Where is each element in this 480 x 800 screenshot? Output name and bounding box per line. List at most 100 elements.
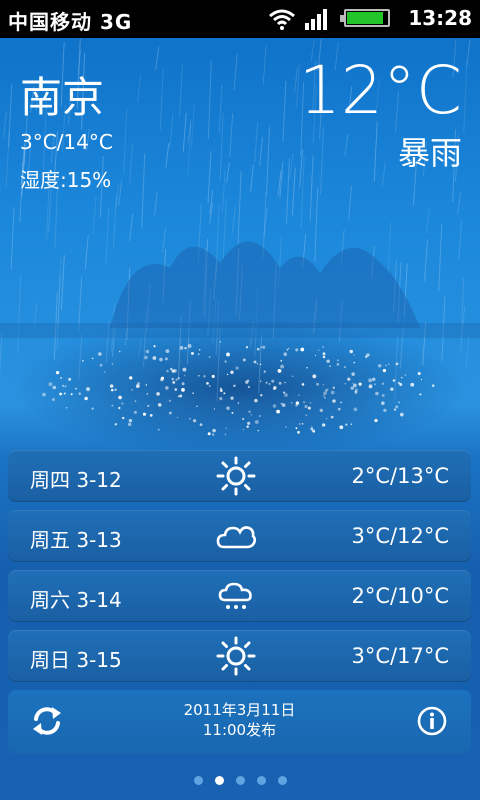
- rain-splash: [325, 389, 328, 392]
- rain-splash: [207, 432, 211, 436]
- page-dot[interactable]: [277, 776, 287, 785]
- rain-streak: [207, 151, 212, 204]
- forecast-row[interactable]: 周四 3-12 2°C/13°C: [8, 450, 471, 502]
- rain-splash: [165, 349, 170, 353]
- rain-splash: [368, 378, 373, 383]
- rain-splash: [283, 352, 288, 357]
- rain-splash: [295, 427, 298, 430]
- rain-splash: [306, 367, 308, 369]
- rain-streak: [190, 104, 195, 149]
- rain-splash: [118, 395, 122, 400]
- forecast-row[interactable]: 周六 3-14 2°C/10°C: [8, 570, 471, 622]
- rain-splash: [326, 359, 330, 363]
- rain-streak: [159, 69, 164, 131]
- rain-streak: [178, 65, 183, 117]
- rain-splash: [400, 376, 403, 379]
- rain-splash: [257, 429, 260, 432]
- rain-splash: [184, 346, 187, 350]
- sun-icon: [216, 456, 256, 496]
- rain-splash: [146, 392, 149, 395]
- rain-splash: [278, 381, 282, 385]
- status-bar: 中国移动 3G 13:28: [0, 0, 480, 38]
- rain-streak: [344, 133, 349, 156]
- rain-splash: [160, 376, 165, 380]
- rain-splash: [224, 433, 227, 436]
- rain-splash: [211, 433, 215, 436]
- rain-streak: [123, 108, 128, 174]
- page-dot[interactable]: [193, 776, 203, 785]
- rain-streak: [277, 170, 282, 196]
- rain-splash: [219, 389, 223, 392]
- rain-splash: [297, 394, 300, 397]
- current-temperature: 12°C: [298, 52, 462, 129]
- carrier-label: 中国移动 3G: [8, 6, 132, 35]
- rain-streak: [320, 126, 325, 195]
- rain-splash: [345, 423, 348, 426]
- rain-splash: [118, 406, 121, 410]
- rain-splash: [129, 376, 133, 380]
- rain-splash: [313, 430, 316, 433]
- rain-streak: [225, 162, 230, 183]
- page-indicator[interactable]: [0, 770, 480, 789]
- rain-splash: [262, 345, 266, 349]
- rain-splash: [192, 392, 194, 395]
- forecast-row[interactable]: 周日 3-15 3°C/17°C: [8, 630, 471, 682]
- rain-splash: [301, 422, 304, 425]
- rain-splash: [225, 427, 228, 430]
- rain-splash: [431, 384, 435, 387]
- rain-splash: [295, 404, 298, 407]
- rain-splash: [322, 352, 326, 356]
- info-icon[interactable]: [417, 706, 447, 736]
- rain-splash: [118, 350, 121, 353]
- rain-streak: [265, 126, 270, 196]
- rain-splash: [245, 346, 249, 349]
- rain-splash: [286, 348, 289, 351]
- rain-splash: [250, 414, 253, 416]
- rain-splash: [181, 346, 183, 348]
- rain-splash: [354, 390, 358, 394]
- sun-icon: [216, 636, 256, 676]
- rain-splash: [377, 364, 382, 368]
- cloud-icon: [216, 526, 256, 549]
- rain-splash: [230, 396, 234, 400]
- forecast-row[interactable]: 周五 3-13 3°C/12°C: [8, 510, 471, 562]
- rain-splash: [104, 371, 106, 373]
- rain-splash: [381, 394, 385, 397]
- rain-splash: [152, 356, 157, 360]
- rain-splash: [176, 416, 179, 419]
- rain-splash: [111, 363, 114, 365]
- today-temp-range: 3°C/14°C: [20, 130, 113, 154]
- forecast-temp-range: 2°C/10°C: [351, 584, 449, 608]
- rain-splash: [392, 379, 396, 382]
- rain-streak: [259, 137, 264, 167]
- forecast-temp-range: 3°C/12°C: [351, 524, 449, 548]
- battery-icon: [340, 9, 390, 27]
- rain-streak: [254, 121, 259, 163]
- rain-splash: [78, 392, 82, 396]
- rain-splash: [265, 381, 268, 384]
- publish-time: 11:00发布: [202, 721, 277, 739]
- rain-splash: [52, 385, 57, 390]
- rain-streak: [221, 170, 226, 213]
- page-dot[interactable]: [256, 776, 266, 785]
- rain-splash: [343, 365, 346, 369]
- rain-splash: [397, 381, 401, 385]
- rain-streak: [137, 337, 142, 359]
- rain-splash: [145, 384, 148, 386]
- rain-splash: [277, 369, 282, 373]
- rain-splash: [164, 357, 168, 361]
- rain-splash: [64, 385, 67, 388]
- rain-splash: [246, 379, 250, 382]
- page-dot[interactable]: [235, 776, 245, 785]
- rain-splash: [419, 393, 422, 396]
- rain-splash: [91, 407, 94, 410]
- city-name: 南京: [20, 73, 105, 122]
- rain-splash: [353, 407, 358, 412]
- rain-streak: [169, 113, 174, 148]
- rain-splash: [128, 422, 132, 427]
- trees-silhouette: [0, 241, 480, 338]
- rain-splash: [159, 357, 163, 362]
- rain-splash: [168, 411, 172, 415]
- rain-splash: [247, 385, 251, 389]
- page-dot[interactable]: [214, 776, 224, 785]
